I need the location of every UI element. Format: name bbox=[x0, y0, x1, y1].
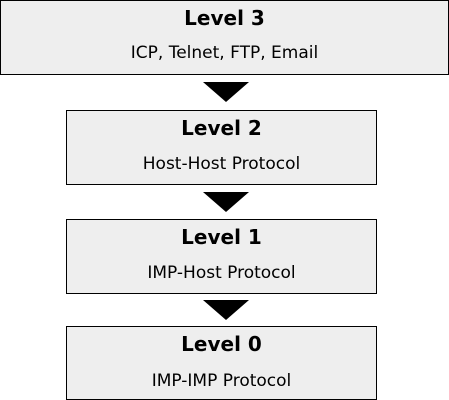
down-triangle-arrow-icon bbox=[203, 300, 249, 320]
down-triangle-arrow-icon bbox=[203, 192, 249, 212]
level-0-protocol: IMP-IMP Protocol bbox=[151, 371, 292, 391]
level-1-protocol: IMP-Host Protocol bbox=[147, 263, 296, 283]
level-1-title: Level 1 bbox=[181, 225, 262, 249]
level-0-box: Level 0 IMP-IMP Protocol bbox=[66, 326, 377, 400]
level-0-title: Level 0 bbox=[181, 332, 262, 356]
protocol-layer-diagram: Level 3 ICP, Telnet, FTP, Email Level 2 … bbox=[0, 0, 449, 400]
level-3-protocols: ICP, Telnet, FTP, Email bbox=[130, 43, 319, 63]
level-2-protocol: Host-Host Protocol bbox=[142, 154, 301, 174]
level-3-box: Level 3 ICP, Telnet, FTP, Email bbox=[0, 0, 449, 75]
down-triangle-arrow-icon bbox=[203, 82, 249, 102]
level-2-box: Level 2 Host-Host Protocol bbox=[66, 110, 377, 185]
level-1-box: Level 1 IMP-Host Protocol bbox=[66, 219, 377, 294]
level-2-title: Level 2 bbox=[181, 116, 262, 140]
level-3-title: Level 3 bbox=[184, 6, 265, 30]
